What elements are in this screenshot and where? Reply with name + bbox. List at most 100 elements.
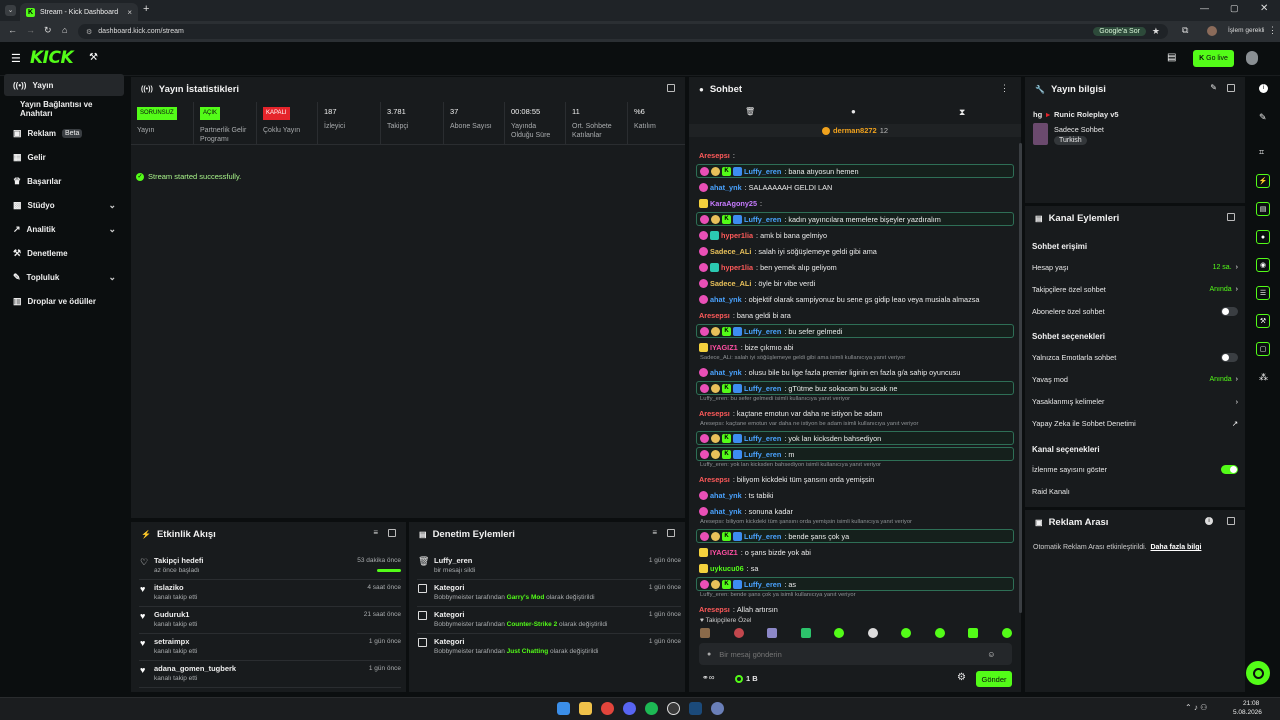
- rail-broadcast-icon[interactable]: ◉: [1256, 258, 1270, 272]
- chat-username[interactable]: Luffy_eren: [744, 167, 781, 176]
- popout-icon[interactable]: [667, 84, 675, 92]
- chat-username[interactable]: ahat_ynk: [710, 295, 742, 304]
- chat-message[interactable]: uykucu06: sa: [696, 561, 1014, 575]
- emote-icon[interactable]: [901, 628, 912, 638]
- rail-apps-icon[interactable]: ⁂: [1259, 372, 1268, 383]
- start-icon[interactable]: [557, 702, 570, 715]
- chrome-icon[interactable]: [601, 702, 614, 715]
- chat-username[interactable]: Luffy_eren: [744, 580, 781, 589]
- filter-icon[interactable]: ≡: [652, 528, 657, 537]
- profile-avatar[interactable]: [1207, 26, 1217, 36]
- chat-username[interactable]: Luffy_eren: [744, 450, 781, 459]
- chat-message[interactable]: Aresepsı:: [696, 148, 1014, 162]
- browser-menu-icon[interactable]: ⋮: [1268, 25, 1277, 36]
- sidebar-item-moderation[interactable]: ⚒ Denetleme: [4, 242, 124, 264]
- go-live-button[interactable]: K Go live: [1193, 50, 1234, 67]
- setting-slow-mode[interactable]: Yavaş mod Anında ›: [1032, 368, 1238, 390]
- edit-icon[interactable]: ✎: [1210, 83, 1217, 92]
- chat-username[interactable]: ahat_ynk: [710, 507, 742, 516]
- sidebar-item-analytics[interactable]: ↗ Analitik ⌄: [4, 218, 124, 240]
- rail-chat-icon[interactable]: ●: [1256, 230, 1270, 244]
- app-icon[interactable]: [711, 702, 724, 715]
- popout-icon[interactable]: [1227, 213, 1235, 221]
- hourglass-icon[interactable]: ⧗: [959, 107, 965, 118]
- chat-message[interactable]: Aresepsı: bana geldi bi ara: [696, 308, 1014, 322]
- emote-icon[interactable]: [934, 628, 945, 638]
- browser-tab[interactable]: K Stream - Kick Dashboard ×: [20, 3, 138, 21]
- emote-only-toggle[interactable]: [1221, 352, 1238, 362]
- subs-only-toggle[interactable]: [1221, 306, 1238, 316]
- chat-message[interactable]: K Luffy_eren: m: [696, 447, 1014, 461]
- chat-message[interactable]: Sadece_ALi: salah iyi söğüşlemeye geldi g…: [696, 244, 1014, 258]
- chat-username[interactable]: uykucu06: [710, 564, 744, 573]
- user-avatar[interactable]: [1246, 51, 1258, 65]
- minimize-icon[interactable]: —: [1200, 3, 1209, 13]
- chat-message[interactable]: Sadece_ALi: öyle bir vibe verdi: [696, 276, 1014, 290]
- chat-username[interactable]: hyper1lia: [721, 263, 753, 272]
- setting-account-age[interactable]: Hesap yaşı 12 sa. ›: [1032, 256, 1238, 278]
- chat-message[interactable]: K Luffy_eren: bende şans çok ya: [696, 529, 1014, 543]
- channel-points[interactable]: 1 B: [735, 674, 758, 683]
- message-field[interactable]: [719, 649, 980, 659]
- discord-icon[interactable]: [623, 702, 636, 715]
- info-icon[interactable]: i: [1205, 517, 1213, 525]
- profile-status[interactable]: İşlem gerekli: [1228, 27, 1264, 34]
- chat-message[interactable]: ahat_ynk: ts tabiki: [696, 488, 1014, 502]
- chat-message[interactable]: hyper1lia: amk bi bana gelmiyo: [696, 228, 1014, 242]
- google-ask-chip[interactable]: Google'a Sor: [1093, 27, 1146, 36]
- chat-username[interactable]: Aresepsı: [699, 605, 730, 614]
- home-icon[interactable]: ⌂: [62, 25, 67, 35]
- learn-more-link[interactable]: Daha fazla bilgi: [1150, 544, 1201, 551]
- chat-message[interactable]: ahat_ynk: sonuna kadar: [696, 504, 1014, 518]
- sidebar-item-revenue[interactable]: ▦ Gelir: [4, 146, 124, 168]
- emote-icon[interactable]: [767, 628, 778, 638]
- chat-username[interactable]: hyper1lia: [721, 231, 753, 240]
- pen-icon[interactable]: ✎: [1259, 112, 1267, 123]
- tab-search-icon[interactable]: ⌄: [5, 5, 16, 16]
- chat-settings-icon[interactable]: ⚙: [957, 672, 966, 683]
- popout-icon[interactable]: [1227, 84, 1235, 92]
- steam-icon[interactable]: [689, 702, 702, 715]
- chat-message[interactable]: ahat_ynk: objektif olarak sampiyonuz bu s…: [696, 292, 1014, 306]
- setting-emote-only[interactable]: Yalnızca Emotlarla sohbet: [1032, 346, 1238, 368]
- sidebar-item-community[interactable]: ✎ Topluluk ⌄: [4, 266, 124, 288]
- chat-bubble-icon[interactable]: ●: [851, 107, 856, 116]
- setting-raid[interactable]: Raid Kanalı: [1032, 480, 1238, 502]
- layout-icon[interactable]: ▤: [1167, 52, 1176, 63]
- chat-message[interactable]: Aresepsı: Allah artırsın: [696, 602, 1014, 616]
- chat-input[interactable]: ● ☺: [699, 643, 1012, 665]
- rail-notes-icon[interactable]: ▤: [1256, 202, 1270, 216]
- support-chat-button[interactable]: [1246, 661, 1270, 685]
- chat-username[interactable]: Aresepsı: [699, 409, 730, 418]
- chat-username[interactable]: Aresepsı: [699, 475, 730, 484]
- emote-icon[interactable]: [867, 628, 878, 638]
- setting-show-viewers[interactable]: İzlenme sayısını göster: [1032, 458, 1238, 480]
- popout-icon[interactable]: [667, 529, 675, 537]
- rail-window-icon[interactable]: ▢: [1256, 342, 1270, 356]
- show-viewers-toggle[interactable]: [1221, 464, 1238, 474]
- chat-username[interactable]: ahat_ynk: [710, 368, 742, 377]
- spotify-icon[interactable]: [645, 702, 658, 715]
- chat-username[interactable]: Luffy_eren: [744, 384, 781, 393]
- chat-username[interactable]: IYAGIZ1: [710, 343, 738, 352]
- file-explorer-icon[interactable]: [579, 702, 592, 715]
- chat-message[interactable]: K Luffy_eren: as: [696, 577, 1014, 591]
- chat-username[interactable]: KaraAgony25: [710, 199, 757, 208]
- sidebar-item-achievements[interactable]: ♛ Başarılar: [4, 170, 124, 192]
- clock-date[interactable]: 5.08.2026: [1233, 709, 1262, 716]
- emote-icon[interactable]: [1001, 628, 1012, 638]
- chat-message[interactable]: KaraAgony25:: [696, 196, 1014, 210]
- chat-menu-icon[interactable]: ⋮: [1000, 83, 1009, 94]
- close-tab-icon[interactable]: ×: [127, 8, 132, 17]
- sidebar-item-ads[interactable]: ▣ Reklam Beta: [4, 122, 124, 144]
- chat-username[interactable]: Sadece_ALi: [710, 247, 751, 256]
- forward-icon[interactable]: →: [26, 25, 35, 35]
- emote-icon[interactable]: [834, 628, 845, 638]
- emote-icon[interactable]: [800, 628, 811, 638]
- tray-icons[interactable]: ⌃ ♪ ⚇: [1185, 703, 1207, 712]
- sidebar-item-stream[interactable]: ((•)) Yayın: [4, 74, 124, 96]
- trash-icon[interactable]: 🗑: [745, 107, 755, 116]
- emote-icon[interactable]: [700, 628, 710, 638]
- chat-message[interactable]: ahat_ynk: olusu bile bu lige fazla premie…: [696, 365, 1014, 379]
- chat-username[interactable]: Aresepsı: [699, 151, 730, 160]
